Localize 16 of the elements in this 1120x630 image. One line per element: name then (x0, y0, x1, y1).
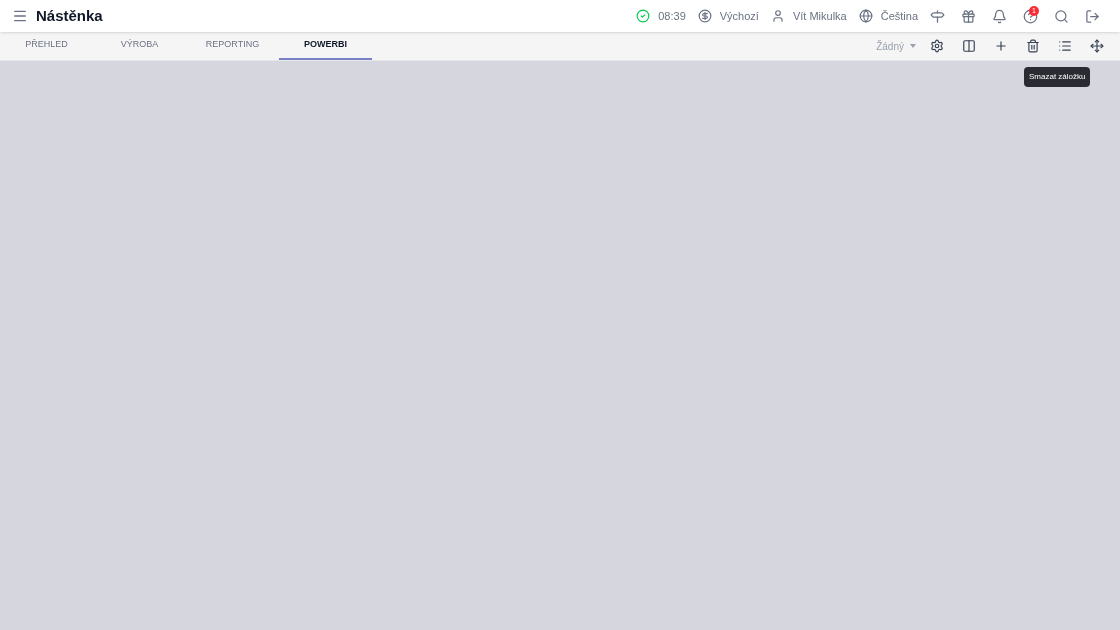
menu-icon[interactable] (12, 8, 28, 24)
caret-icon (910, 44, 916, 48)
tab[interactable]: REPORTING (186, 32, 279, 60)
page-title: Nástěnka (36, 5, 103, 26)
user-icon (770, 9, 785, 23)
user-link[interactable]: Vít Mikulka (792, 7, 847, 25)
tab[interactable]: VÝROBA (93, 32, 186, 60)
tab[interactable]: POWERBI (279, 32, 372, 60)
globe-icon (858, 9, 873, 23)
language-link[interactable]: Čeština (880, 7, 918, 25)
check-icon (636, 9, 651, 23)
time-text: 08:39 (658, 8, 686, 24)
tab[interactable]: PŘEHLED (0, 32, 93, 60)
dollar-icon (697, 9, 712, 23)
tooltip: Smazat záložku (1024, 67, 1091, 87)
currency-link[interactable]: Výchozí (719, 7, 759, 25)
